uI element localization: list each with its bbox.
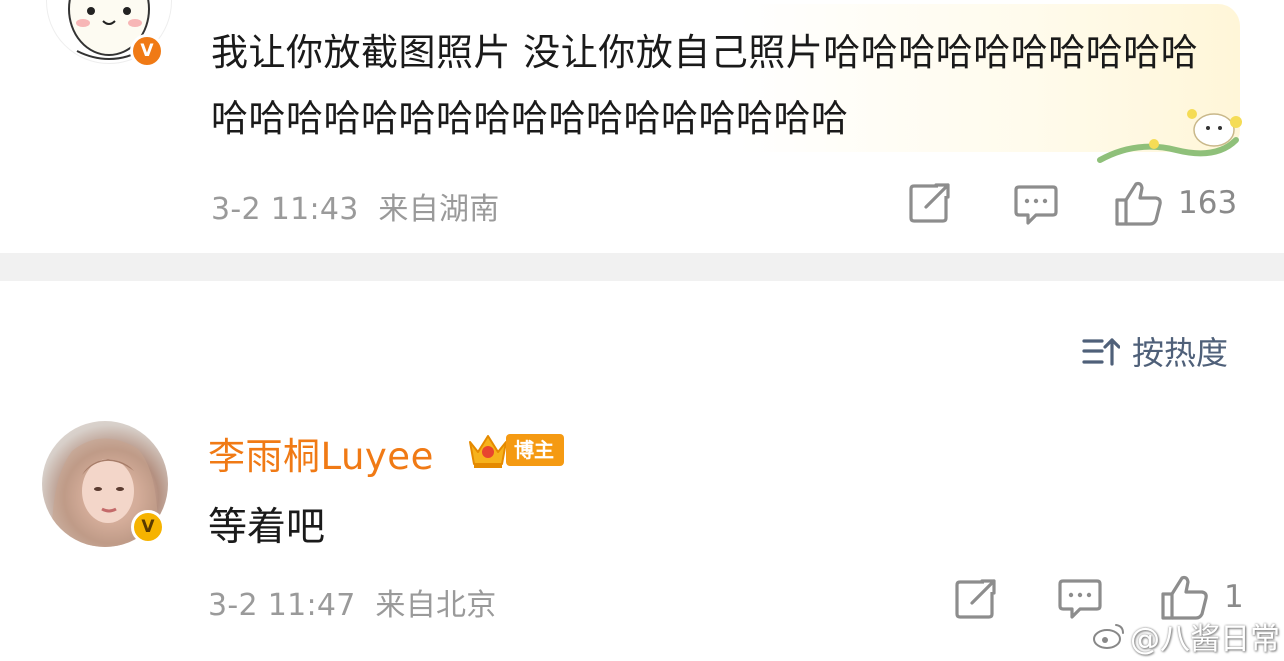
verified-badge: V xyxy=(131,510,165,544)
comment-location: 来自北京 xyxy=(375,588,497,623)
sort-label: 按热度 xyxy=(1132,334,1229,372)
verified-badge: V xyxy=(130,34,164,68)
comment-location: 来自湖南 xyxy=(378,192,500,227)
comment-date: 3-2 11:47 xyxy=(208,588,356,623)
weibo-logo-icon xyxy=(1093,624,1124,649)
comment-text: 我让你放截图照片 没让你放自己照片哈哈哈哈哈哈哈哈哈哈哈哈哈哈哈哈哈哈哈哈哈哈哈… xyxy=(211,31,1199,140)
section-divider xyxy=(0,253,1284,281)
like-count: 163 xyxy=(1178,185,1238,221)
comment-meta: 3-2 11:43 来自湖南 xyxy=(211,184,500,228)
sort-button[interactable]: 按热度 xyxy=(1082,328,1228,374)
like-icon[interactable] xyxy=(1114,180,1164,226)
sort-icon xyxy=(1082,338,1120,366)
watermark-text: @八酱日常 xyxy=(1130,622,1280,657)
username[interactable]: 李雨桐Luyee xyxy=(208,426,434,480)
like-count: 1 xyxy=(1224,579,1244,615)
crown-icon xyxy=(469,435,507,468)
comment-date: 3-2 11:43 xyxy=(211,192,359,227)
watermark: @八酱日常 xyxy=(1092,614,1280,658)
share-icon[interactable] xyxy=(908,182,952,224)
share-icon[interactable] xyxy=(954,578,998,620)
like-button[interactable]: 163 xyxy=(1114,180,1237,226)
role-badge: 博主 xyxy=(466,430,564,470)
comment-text: 等着吧 xyxy=(208,505,326,550)
comment-icon[interactable] xyxy=(1014,184,1058,226)
role-badge-label: 博主 xyxy=(506,434,564,466)
comment-meta: 3-2 11:47 来自北京 xyxy=(208,580,497,624)
